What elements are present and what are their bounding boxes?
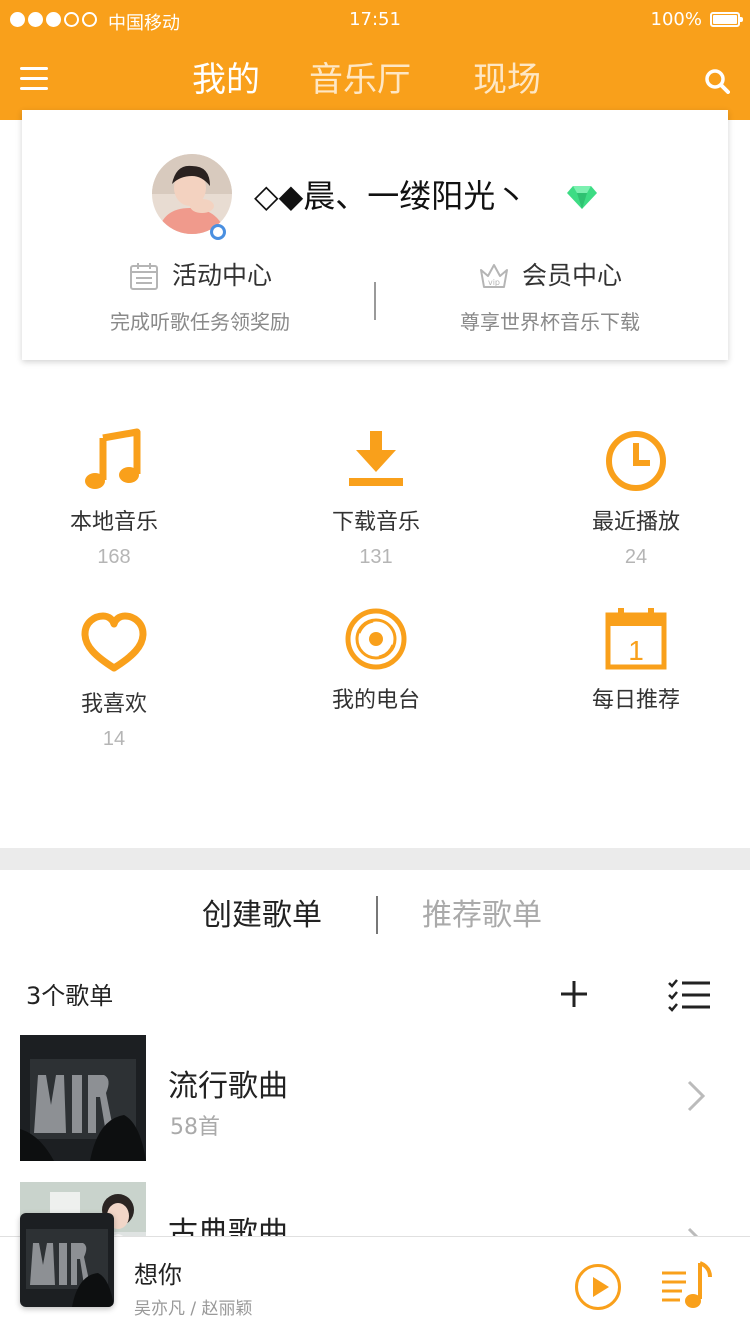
vip-center-title: 会员中心: [521, 261, 622, 290]
download-icon: [349, 431, 403, 486]
tab-recommended-playlists[interactable]: 推荐歌单: [422, 894, 542, 938]
calendar-outline-icon: [129, 263, 158, 290]
svg-text:1: 1: [628, 635, 644, 666]
favorites-shortcut[interactable]: 我喜欢 14: [24, 610, 204, 751]
mini-player[interactable]: 想你 吴亦凡 / 赵丽颖: [0, 1213, 750, 1334]
playlist-count: 3个歌单: [26, 982, 114, 1010]
daily-picks-shortcut[interactable]: 1 每日推荐: [546, 606, 726, 714]
profile-card: ◇◆晨、一缕阳光丶 活动中心 完成听歌任务领奖励 vip 会员中心 尊享世界杯音…: [22, 110, 728, 360]
my-radio-shortcut[interactable]: 我的电台: [286, 606, 466, 714]
playlist-queue-icon[interactable]: [660, 1259, 712, 1311]
calendar-icon: 1: [605, 608, 667, 670]
downloads-shortcut[interactable]: 下载音乐 131: [286, 428, 466, 569]
favorites-label: 我喜欢: [80, 692, 147, 717]
now-playing-cover[interactable]: [20, 1213, 114, 1307]
playlist-row[interactable]: 流行歌曲 58首: [0, 1035, 750, 1165]
diamond-vip-icon: [567, 186, 597, 209]
card-divider: [374, 282, 376, 320]
activity-center-subtitle: 完成听歌任务领奖励: [110, 310, 290, 334]
playlist-name: 流行歌曲: [168, 1069, 288, 1104]
tab-live[interactable]: 现场: [473, 58, 541, 102]
battery-percent: 100%: [650, 9, 702, 30]
vip-center-subtitle: 尊享世界杯音乐下载: [460, 310, 640, 334]
online-badge: [210, 224, 226, 240]
radio-disc-icon: [345, 608, 407, 670]
recent-plays-label: 最近播放: [591, 510, 680, 535]
tab-music-hall[interactable]: 音乐厅: [309, 58, 411, 102]
local-music-label: 本地音乐: [69, 510, 158, 535]
app-header: 中国移动 17:51 100% 我的 音乐厅 现场: [0, 0, 750, 120]
now-playing-title: 想你: [134, 1261, 182, 1289]
manage-playlists-icon[interactable]: [668, 978, 710, 1012]
chevron-right-icon: [687, 1080, 706, 1112]
tab-mine[interactable]: 我的: [192, 58, 260, 102]
favorites-count: 14: [102, 728, 126, 750]
playlist-cover: [20, 1035, 146, 1161]
playlist-tab-divider: [376, 896, 378, 934]
music-note-icon: [85, 428, 141, 489]
activity-center-title: 活动中心: [171, 261, 272, 290]
add-playlist-icon[interactable]: [558, 978, 590, 1010]
username[interactable]: ◇◆晨、一缕阳光丶: [254, 176, 527, 216]
search-icon[interactable]: [704, 68, 730, 94]
downloads-count: 131: [359, 546, 393, 568]
downloads-label: 下载音乐: [331, 510, 420, 535]
section-separator: [0, 848, 750, 870]
vip-crown-icon: vip: [479, 264, 508, 288]
status-bar: 中国移动 17:51 100%: [0, 0, 750, 40]
now-playing-artist: 吴亦凡 / 赵丽颖: [134, 1299, 253, 1319]
tab-created-playlists[interactable]: 创建歌单: [202, 894, 322, 938]
playlist-song-count: 58首: [170, 1115, 220, 1140]
playlist-tabs: 创建歌单 推荐歌单: [0, 894, 750, 938]
daily-picks-label: 每日推荐: [591, 688, 680, 713]
play-icon[interactable]: [574, 1263, 622, 1311]
local-music-shortcut[interactable]: 本地音乐 168: [24, 428, 204, 569]
top-nav-tabs: 我的 音乐厅 现场: [0, 58, 750, 102]
heart-icon: [81, 612, 147, 672]
avatar[interactable]: [152, 154, 232, 234]
battery-icon: [710, 12, 743, 27]
clock-icon: [606, 431, 666, 491]
activity-center-link[interactable]: 活动中心 完成听歌任务领奖励: [50, 258, 350, 335]
recent-plays-count: 24: [624, 546, 648, 568]
my-radio-label: 我的电台: [331, 688, 420, 713]
local-music-count: 168: [97, 546, 131, 568]
clock: 17:51: [349, 9, 401, 30]
recent-plays-shortcut[interactable]: 最近播放 24: [546, 428, 726, 569]
vip-center-link[interactable]: vip 会员中心 尊享世界杯音乐下载: [400, 258, 700, 335]
svg-text:vip: vip: [488, 278, 500, 287]
